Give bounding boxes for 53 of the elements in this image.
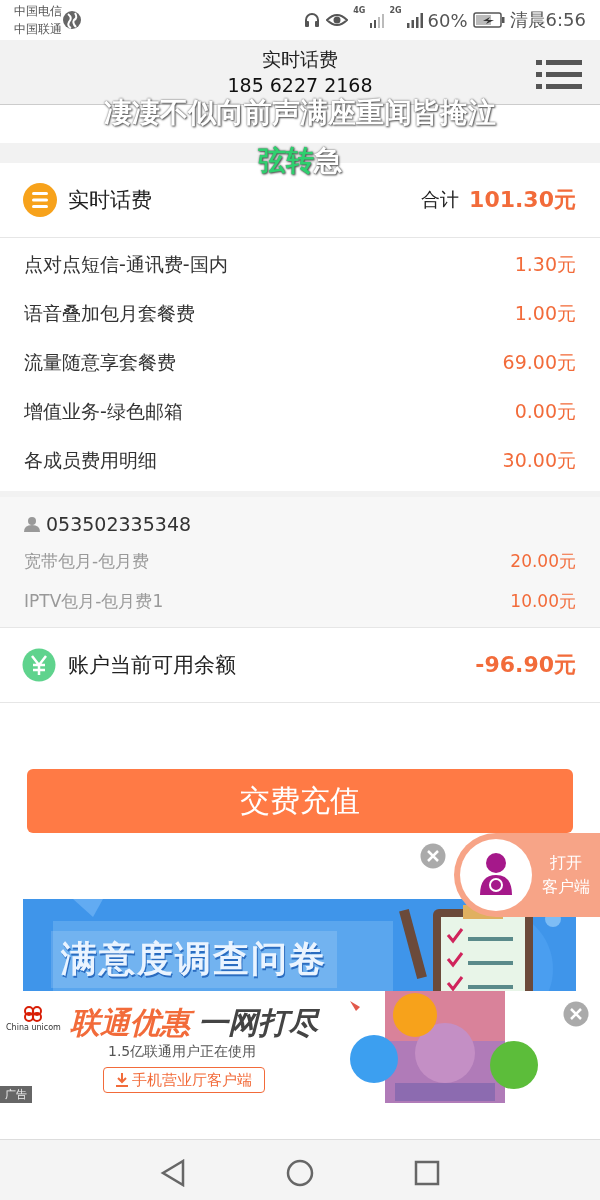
yen-icon — [22, 648, 56, 682]
battery-percent: 60% — [427, 9, 468, 31]
fee-amount: 1.00元 — [514, 300, 576, 326]
signal-icon — [370, 12, 385, 28]
download-icon — [116, 1073, 128, 1087]
lyric-line: 弦转急 — [258, 143, 342, 179]
fee-amount: 30.00元 — [502, 447, 576, 473]
battery-icon — [472, 12, 505, 28]
fee-name: 增值业务-绿色邮箱 — [24, 398, 183, 424]
fee-amount: 69.00元 — [502, 349, 576, 375]
ad-headline: 联通优惠 — [68, 1003, 196, 1043]
fee-name: 点对点短信-通讯费-国内 — [24, 251, 228, 277]
ad-subtitle: 1.5亿联通用户正在使用 — [108, 1043, 257, 1061]
recents-icon[interactable] — [414, 1160, 440, 1186]
pay-button[interactable]: 交费充值 — [27, 769, 573, 833]
back-icon[interactable] — [160, 1159, 186, 1187]
fee-name: 流量随意享套餐费 — [24, 349, 176, 375]
network-label: 4G — [353, 6, 366, 15]
open-app-button[interactable]: 打开 客户端 — [454, 833, 600, 917]
fee-amount: 20.00元 — [510, 549, 576, 573]
ad-tag: 广告 — [0, 1086, 32, 1103]
fee-name: 宽带包月-包月费 — [24, 549, 150, 573]
fee-name: IPTV包月-包月费1 — [24, 589, 164, 613]
network-label: 2G — [389, 6, 402, 15]
eye-icon — [326, 12, 349, 28]
logo-text: China unicom — [6, 1023, 61, 1032]
ad-headline: 一网打尽 — [197, 1004, 321, 1042]
page-title: 实时话费 — [262, 47, 338, 72]
person-icon — [460, 839, 532, 911]
person-icon — [24, 516, 40, 532]
clock-time: 清晨6:56 — [509, 8, 586, 32]
member-number: 053502335348 — [46, 513, 192, 535]
fee-amount: 10.00元 — [510, 589, 576, 613]
fee-name: 各成员费用明细 — [24, 447, 157, 473]
phone-number: 185 6227 2168 — [227, 73, 373, 97]
carrier-name: 中国电信 — [14, 3, 62, 20]
balance-label: 账户当前可用余额 — [68, 652, 237, 679]
headset-icon — [303, 11, 322, 29]
total-amount: 101.30元 — [469, 186, 576, 214]
home-icon[interactable] — [286, 1159, 314, 1187]
globe-icon — [62, 10, 82, 30]
signal-icon — [406, 12, 423, 28]
lyric-line: 凄凄不似向前声满座重闻皆掩泣 — [104, 95, 496, 131]
fee-amount: 0.00元 — [514, 398, 576, 424]
menu-icon[interactable] — [536, 58, 582, 92]
fee-amount: 1.30元 — [514, 251, 576, 277]
carrier-name: 中国联通 — [14, 21, 62, 38]
balance-amount: -96.90元 — [475, 651, 576, 679]
download-button[interactable]: 手机营业厅客户端 — [103, 1067, 265, 1093]
total-label: 合计 — [421, 187, 460, 212]
section-title: 实时话费 — [68, 187, 153, 214]
coin-stack-icon — [22, 182, 58, 218]
fee-name: 语音叠加包月套餐费 — [24, 300, 195, 326]
